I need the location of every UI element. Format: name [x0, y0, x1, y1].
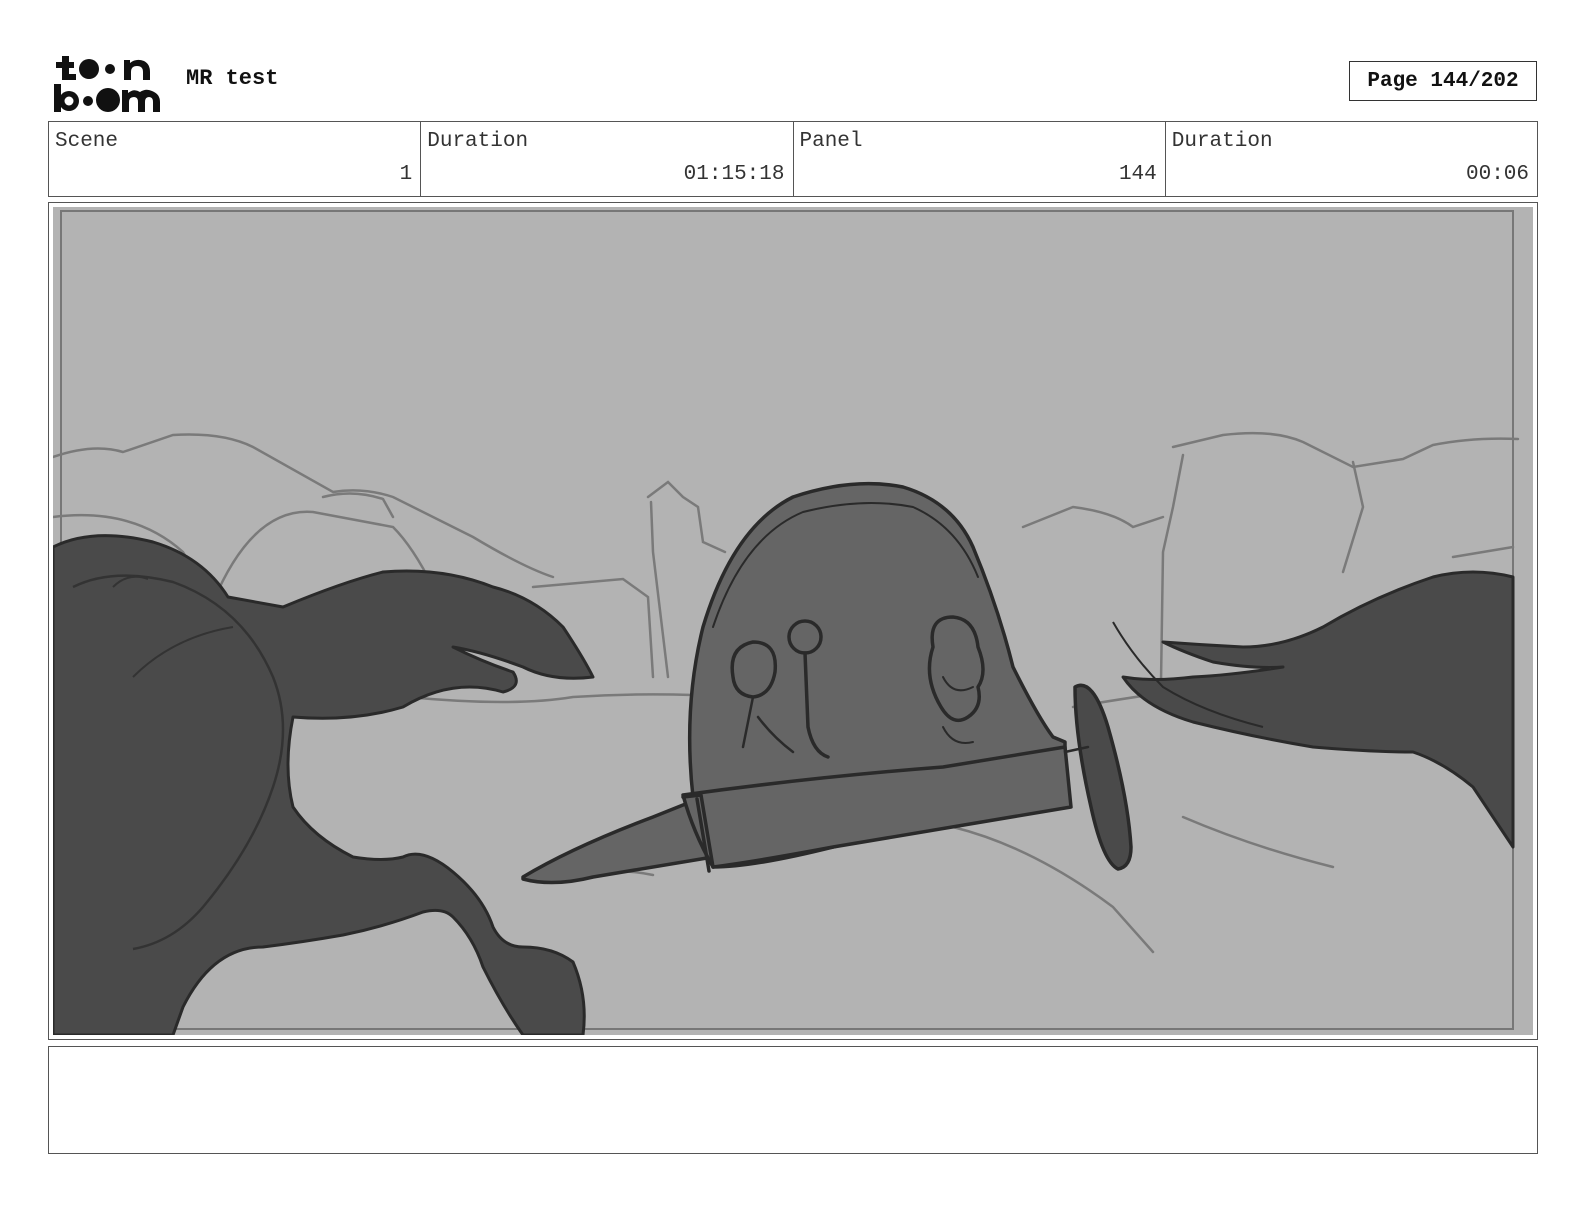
scene-duration-cell: Duration 01:15:18	[421, 122, 794, 196]
storyboard-sketch	[53, 207, 1533, 1035]
storyboard-panel-frame	[48, 202, 1538, 1040]
panel-label: Panel	[799, 130, 863, 153]
page-indicator: Page 144/202	[1349, 61, 1537, 101]
panel-duration-label: Duration	[1171, 130, 1273, 153]
panel-duration-cell: Duration 00:06	[1166, 122, 1537, 196]
panel-notes-box	[48, 1046, 1538, 1154]
panel-cell: Panel 144	[794, 122, 1166, 196]
panel-info-row: Scene 1 Duration 01:15:18 Panel 144 Dura…	[48, 121, 1538, 197]
panel-value: 144	[1118, 163, 1157, 186]
project-title: MR test	[186, 66, 279, 91]
scene-value: 1	[399, 163, 413, 186]
toon-boom-logo	[54, 56, 160, 112]
panel-duration-value: 00:06	[1465, 163, 1529, 186]
scene-duration-label: Duration	[427, 130, 529, 153]
scene-cell: Scene 1	[49, 122, 422, 196]
scene-duration-value: 01:15:18	[683, 163, 785, 186]
scene-label: Scene	[55, 130, 119, 153]
